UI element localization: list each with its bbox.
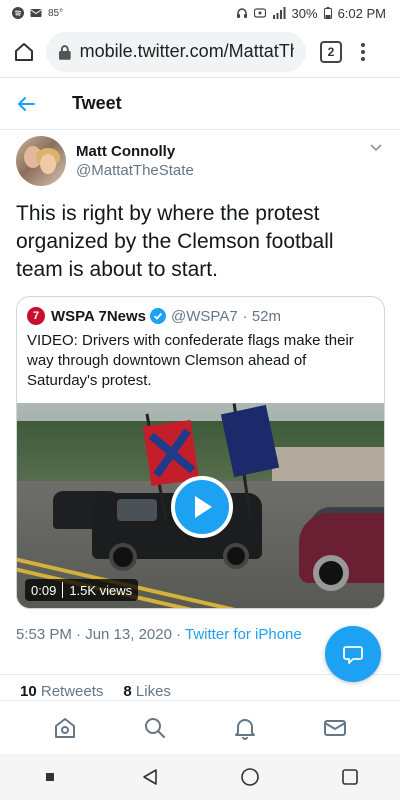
bell-icon [235, 718, 255, 740]
compose-reply-button[interactable] [325, 626, 381, 682]
likes-label: Likes [135, 683, 171, 700]
likes-stat[interactable]: 8 Likes [123, 683, 171, 700]
nav-search-button[interactable] [135, 708, 175, 748]
browser-toolbar: mobile.twitter.com/MattatTh 2 [0, 26, 400, 78]
menu-dot-icon [361, 56, 365, 61]
retweets-count: 10 [20, 683, 37, 700]
video-frame-wheel [313, 555, 349, 591]
battery-percent: 30% [291, 5, 318, 21]
tweet-timestamp-line: 5:53 PM · Jun 13, 2020 · Twitter for iPh… [16, 626, 302, 643]
avatar[interactable] [16, 136, 66, 186]
system-nav-bar [0, 754, 400, 800]
author-handle[interactable]: @MattatTheState [76, 161, 368, 180]
video-frame-wheel [223, 543, 249, 569]
author-name[interactable]: Matt Connolly [76, 142, 368, 161]
clock: 6:02 PM [337, 5, 386, 21]
signal-icon [272, 7, 286, 19]
tweet-timestamp[interactable]: 5:53 PM · Jun 13, 2020 · [16, 626, 181, 643]
quoted-tweet-text: VIDEO: Drivers with confederate flags ma… [27, 332, 354, 389]
square-dot-icon [46, 773, 54, 781]
url-text: mobile.twitter.com/MattatTh [79, 41, 294, 61]
circle-home-icon [241, 768, 259, 786]
system-home-button[interactable] [230, 757, 270, 797]
tab-switcher-button[interactable]: 2 [320, 40, 342, 63]
status-left: 85° [12, 7, 63, 19]
nav-messages-button[interactable] [315, 708, 355, 748]
retweets-label: Retweets [40, 683, 104, 700]
video-player[interactable]: 0:09 1.5K views [17, 403, 384, 608]
video-meta: 0:09 1.5K views [25, 579, 139, 601]
square-overview-icon [342, 769, 358, 785]
arrow-left-icon [18, 96, 35, 111]
video-views: 1.5K views [69, 582, 133, 598]
system-overview-button[interactable] [330, 757, 370, 797]
browser-home-button[interactable] [8, 36, 40, 68]
lock-icon [58, 44, 71, 60]
video-frame-wheel [109, 543, 137, 571]
system-recents-dot-button[interactable] [30, 757, 70, 797]
home-icon [55, 717, 75, 738]
tweet-text: This is right by where the protest organ… [16, 202, 334, 281]
search-icon [145, 717, 165, 738]
avatar-face [40, 154, 56, 174]
chat-bubble-icon [343, 646, 363, 664]
verified-badge-icon [150, 308, 167, 324]
system-back-button[interactable] [130, 757, 170, 797]
nav-home-button[interactable] [45, 708, 85, 748]
play-button[interactable] [171, 476, 233, 538]
chevron-down-icon[interactable] [368, 139, 384, 155]
triangle-back-icon [143, 769, 157, 785]
tweet-author: Matt Connolly @MattatTheState [16, 135, 384, 187]
tweet-client[interactable]: Twitter for iPhone [185, 626, 302, 643]
retweets-stat[interactable]: 10 Retweets [20, 683, 103, 700]
headphones-icon [236, 8, 247, 18]
quoted-author-name: WSPA 7News [51, 307, 147, 325]
tweet-header: Tweet [0, 78, 400, 130]
menu-dot-icon [361, 42, 365, 47]
mail-icon [324, 719, 346, 736]
back-button[interactable] [16, 89, 46, 119]
status-right: 30% 6:02 PM [236, 6, 386, 21]
quoted-time: · 52m [242, 307, 282, 325]
page-title: Tweet [72, 93, 122, 113]
quoted-avatar: 7 [27, 307, 45, 325]
spotify-icon [12, 7, 24, 19]
author-names: Matt Connolly @MattatTheState [76, 142, 368, 180]
bottom-nav [0, 700, 400, 754]
hotspot-icon [253, 8, 266, 18]
likes-count: 8 [123, 683, 132, 700]
video-duration: 0:09 [31, 582, 57, 598]
quoted-tweet-card[interactable]: 7 WSPA 7News @WSPA7 · 52m VIDEO: Drivers… [16, 296, 385, 609]
browser-menu-button[interactable] [358, 42, 368, 61]
address-bar[interactable]: mobile.twitter.com/MattatTh [46, 31, 306, 72]
message-icon [30, 9, 42, 17]
battery-icon [323, 7, 332, 19]
status-bar: 85° 30% 6:02 PM [0, 0, 400, 26]
temperature: 85° [48, 7, 64, 19]
quoted-author-handle: @WSPA7 [171, 307, 238, 325]
menu-dot-icon [361, 49, 365, 54]
home-outline-icon [15, 42, 33, 61]
video-frame-truck-window [117, 499, 157, 521]
play-icon [195, 496, 212, 518]
nav-notifications-button[interactable] [225, 708, 265, 748]
quoted-tweet-header: 7 WSPA 7News @WSPA7 · 52m [17, 297, 384, 325]
